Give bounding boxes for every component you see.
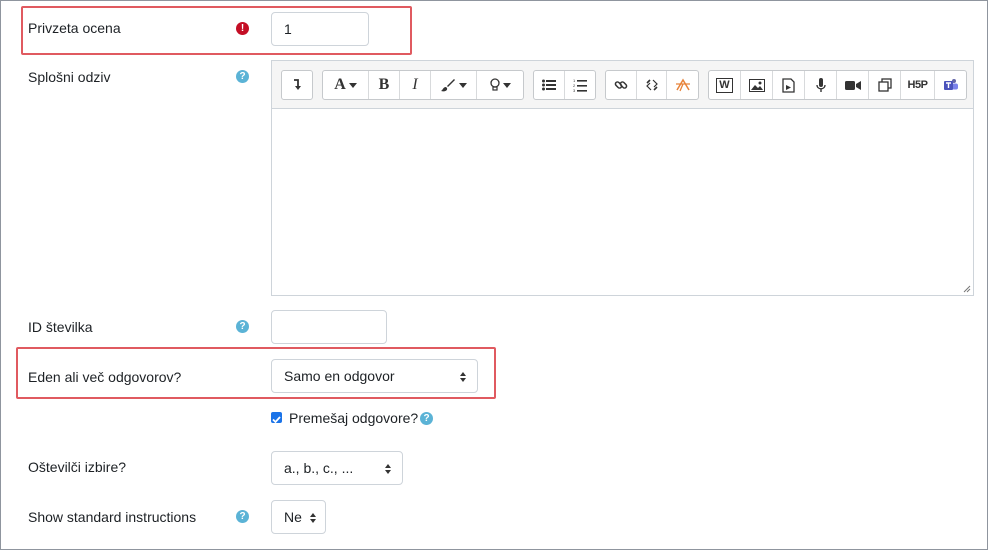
bold-icon: B [378, 76, 390, 93]
numbered-list-icon: 123 [573, 78, 587, 92]
checkmark-icon [272, 416, 281, 424]
teams-meeting-button[interactable] [935, 71, 966, 99]
sort-arrows-icon [460, 372, 466, 382]
h5p-icon: H5P [907, 79, 928, 91]
numbering-label: Oštevilči izbire? [28, 459, 127, 475]
toolbar-group-media: W H5P [708, 70, 967, 100]
toolbar-group-links [605, 70, 699, 100]
microphone-icon [815, 77, 826, 92]
feedback-label: Splošni odziv [28, 69, 111, 85]
file-media-icon [782, 77, 795, 93]
unlink-icon [645, 79, 658, 91]
ordered-list-button[interactable]: 123 [565, 71, 595, 99]
svg-text:3: 3 [573, 88, 576, 92]
idnumber-label: ID številka [28, 319, 93, 335]
single-select[interactable]: Samo en odgovor [271, 359, 478, 393]
accessibility-checker-button[interactable] [667, 71, 698, 99]
toolbar-group-collapse [281, 70, 313, 100]
italic-button[interactable]: I [400, 71, 431, 99]
record-video-button[interactable] [837, 71, 869, 99]
brush-icon [441, 79, 455, 92]
unordered-list-button[interactable] [534, 71, 565, 99]
text-color-button[interactable] [431, 71, 477, 99]
accessibility-icon [675, 78, 690, 92]
numbering-select-value: a., b., c., ... [284, 460, 354, 476]
chevron-down-icon [502, 82, 511, 88]
video-camera-icon [844, 80, 861, 90]
toolbar-group-style: A B I [322, 70, 524, 100]
instructions-label: Show standard instructions [28, 509, 197, 525]
help-icon-instructions[interactable]: ? [236, 510, 249, 523]
resize-handle-icon[interactable] [963, 285, 971, 293]
feedback-editor[interactable] [271, 108, 974, 296]
styles-button[interactable] [477, 71, 523, 99]
expand-icon [294, 79, 301, 90]
link-button[interactable] [606, 71, 637, 99]
instructions-select-value: Ne [284, 509, 302, 525]
single-select-value: Samo en odgovor [284, 368, 395, 384]
editor-toolbar: A B I 123 W H5P [271, 60, 974, 108]
unlink-button[interactable] [637, 71, 668, 99]
required-icon: ! [236, 22, 249, 35]
chevron-down-icon [459, 82, 467, 88]
sort-arrows-icon [310, 513, 316, 523]
toolbar-group-lists: 123 [533, 70, 596, 100]
help-icon-shuffle[interactable]: ? [420, 412, 433, 425]
files-icon [877, 78, 892, 92]
shuffle-checkbox[interactable] [271, 412, 282, 424]
bullet-list-icon [541, 79, 556, 91]
media-button[interactable] [773, 71, 805, 99]
collapse-button[interactable] [282, 71, 312, 99]
grade-label: Privzeta ocena [28, 20, 121, 36]
record-audio-button[interactable] [805, 71, 837, 99]
italic-icon: I [412, 76, 418, 93]
chevron-down-icon [348, 82, 357, 88]
word-icon: W [716, 77, 733, 93]
teams-icon [943, 79, 958, 90]
paste-word-button[interactable]: W [709, 71, 741, 99]
bold-button[interactable]: B [369, 71, 400, 99]
numbering-select[interactable]: a., b., c., ... [271, 451, 403, 485]
shuffle-label[interactable]: Premešaj odgovore? [289, 410, 418, 426]
grade-input[interactable]: 1 [271, 12, 369, 46]
help-icon-idnumber[interactable]: ? [236, 320, 249, 333]
font-icon: A [334, 76, 346, 93]
image-button[interactable] [741, 71, 773, 99]
instructions-select[interactable]: Ne [271, 500, 326, 534]
lightbulb-icon [489, 78, 500, 91]
help-icon-feedback[interactable]: ? [236, 70, 249, 83]
image-icon [748, 78, 765, 92]
manage-files-button[interactable] [869, 71, 901, 99]
idnumber-input[interactable] [271, 310, 387, 344]
h5p-button[interactable]: H5P [901, 71, 935, 99]
single-label: Eden ali več odgovorov? [28, 369, 182, 385]
sort-arrows-icon [385, 464, 391, 474]
paragraph-style-button[interactable]: A [323, 71, 369, 99]
link-icon [614, 81, 628, 89]
